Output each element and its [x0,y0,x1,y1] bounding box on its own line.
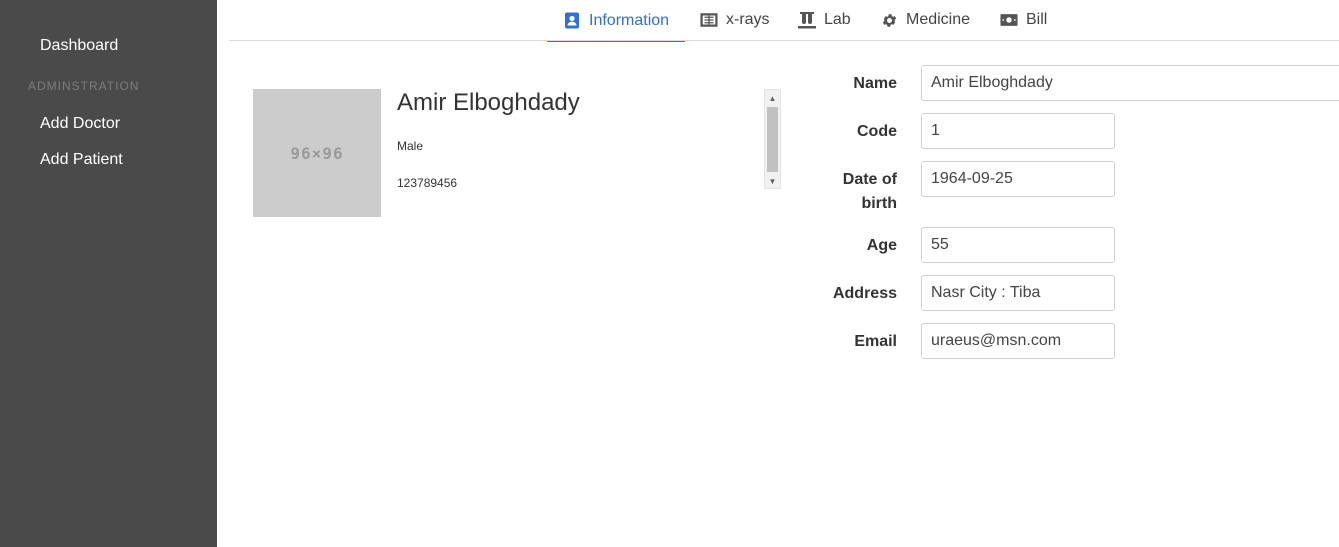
age-label: Age [866,237,897,254]
tab-bill[interactable]: Bill [1000,0,1047,40]
money-bill-icon [1000,11,1018,29]
name-label: Name [853,75,897,92]
dob-label: Date of birth [777,168,897,216]
tab-xrays[interactable]: x-rays [700,0,770,40]
lab-icon [798,11,816,29]
dob-label-line1: Date of [842,171,897,188]
tab-bill-label: Bill [1026,11,1048,28]
name-field[interactable]: Amir Elboghdady [921,65,1339,101]
tab-lab[interactable]: Lab [798,0,851,40]
tab-information-label: Information [589,11,670,29]
xray-icon [700,11,718,29]
avatar-placeholder: 96×96 [253,89,381,217]
tab-bar: Information x-rays Lab Medicine Bill [229,0,1339,42]
tab-medicine-label: Medicine [906,11,971,28]
address-label: Address [832,285,897,302]
email-field[interactable]: uraeus@msn.com [921,323,1115,359]
code-label: Code [857,123,897,140]
dob-field[interactable]: 1964-09-25 [921,161,1115,197]
sidebar: Dashboard ADMINSTRATION Add Doctor Add P… [0,0,217,547]
tab-lab-label: Lab [824,11,851,28]
age-field[interactable]: 55 [921,227,1115,263]
dob-label-line2: birth [861,195,897,212]
contact-card-icon [563,12,581,30]
code-field[interactable]: 1 [921,113,1115,149]
tab-xrays-label: x-rays [726,11,770,28]
patient-gender: Male [397,139,424,153]
email-label: Email [854,333,897,350]
patient-name-heading: Amir Elboghdady [397,89,580,116]
sidebar-item-add-patient[interactable]: Add Patient [40,151,123,169]
gear-icon [880,11,898,29]
tab-medicine[interactable]: Medicine [880,0,970,40]
sidebar-item-dashboard[interactable]: Dashboard [40,37,118,55]
sidebar-section-heading: ADMINSTRATION [28,79,140,93]
patient-phone: 123789456 [397,176,458,190]
sidebar-item-add-doctor[interactable]: Add Doctor [40,115,120,133]
address-field[interactable]: Nasr City : Tiba [921,275,1115,311]
tab-information[interactable]: Information [547,0,686,42]
